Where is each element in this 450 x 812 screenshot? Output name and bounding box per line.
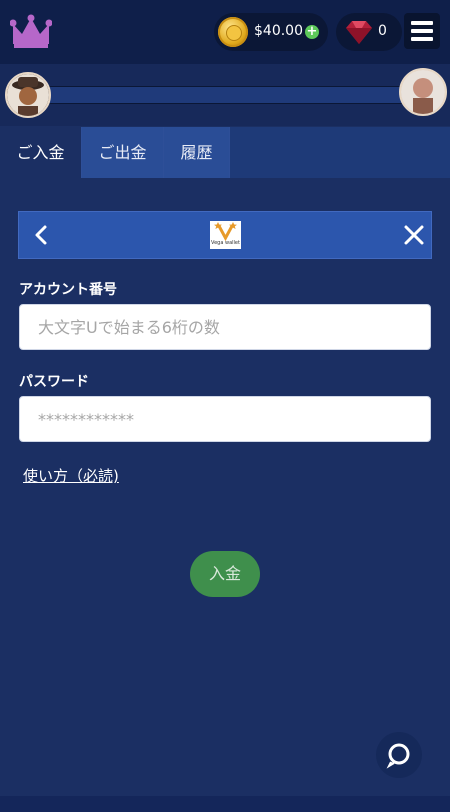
coin-icon <box>218 17 248 47</box>
ruby-gem-icon <box>346 21 372 44</box>
tab-history[interactable]: 履歴 <box>164 127 230 178</box>
deposit-submit-button[interactable]: 入金 <box>190 551 260 597</box>
chat-button[interactable] <box>376 732 422 778</box>
tab-bar-filler <box>230 127 450 178</box>
logo-text: Vega wallet <box>211 240 240 246</box>
password-input[interactable] <box>19 396 431 442</box>
close-icon[interactable] <box>403 224 425 246</box>
password-label: パスワード <box>19 374 89 390</box>
tab-withdraw[interactable]: ご出金 <box>82 127 164 178</box>
gem-pill[interactable]: 0 <box>336 13 402 51</box>
bottom-strip <box>0 796 450 812</box>
chevron-left-icon[interactable] <box>31 224 51 246</box>
howto-link[interactable]: 使い方（必読) <box>23 465 119 486</box>
add-funds-button[interactable]: + <box>305 25 319 39</box>
balance-pill[interactable]: $40.00 + <box>214 13 328 51</box>
gem-count: 0 <box>378 23 387 39</box>
crown-logo-icon[interactable] <box>10 14 52 50</box>
tab-bar: ご入金 ご出金 履歴 <box>0 127 450 178</box>
tab-deposit[interactable]: ご入金 <box>0 127 82 178</box>
top-header: $40.00 + 0 <box>0 0 450 64</box>
hamburger-menu-icon[interactable] <box>404 13 440 49</box>
chat-bubble-icon <box>386 743 410 769</box>
payment-method-header: Vega wallet <box>18 211 432 259</box>
avatar-strip <box>0 64 450 126</box>
account-number-label: アカウント番号 <box>19 282 117 298</box>
opponent-avatar[interactable] <box>399 68 447 116</box>
vega-wallet-logo: Vega wallet <box>210 221 241 249</box>
balance-amount: $40.00 <box>254 23 303 39</box>
progress-track <box>40 86 412 104</box>
player-avatar[interactable] <box>5 72 51 118</box>
account-number-input[interactable] <box>19 304 431 350</box>
